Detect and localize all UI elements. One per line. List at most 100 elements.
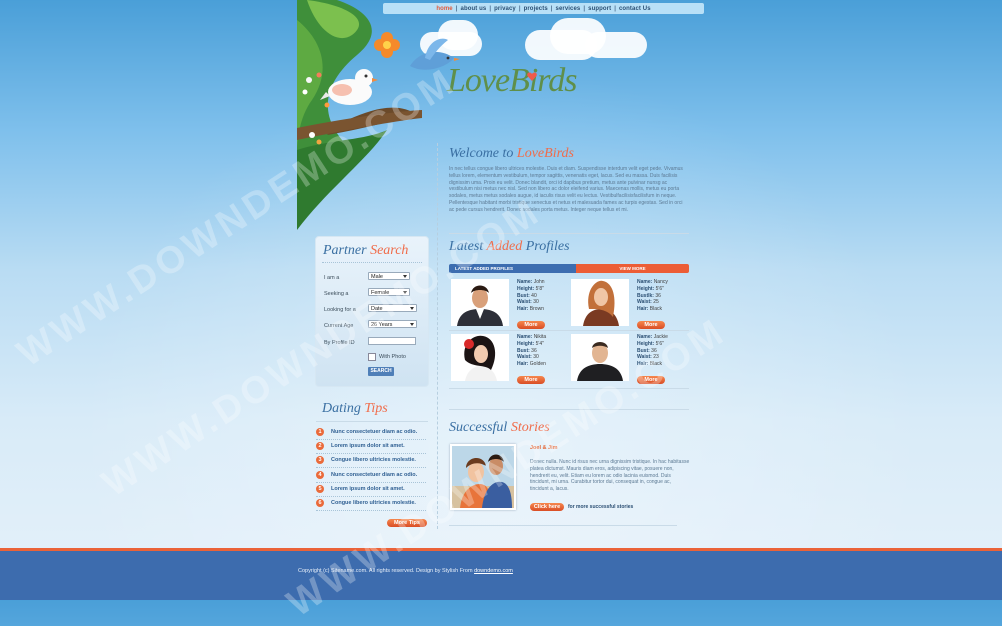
profile-bust: 40 [531, 292, 537, 299]
profile-waist: 25 [653, 299, 659, 306]
stories-title-text: Successful [449, 420, 511, 435]
welcome-title-highlight: LoveBirds [516, 146, 574, 161]
bust-label: Bustlk: [637, 292, 654, 299]
profile-bust: 36 [655, 292, 661, 299]
profile-name: Nikita [533, 334, 547, 340]
tip-number-badge: 4 [316, 470, 324, 479]
nav-support[interactable]: support [585, 6, 614, 12]
nav-about-us[interactable]: about us [458, 6, 490, 12]
profile-info: Name: Nancy Height: 5'6" Bustlk: 36 Wais… [637, 279, 668, 313]
waist-label: Waist: [637, 299, 652, 306]
profile-waist: 30 [533, 299, 539, 306]
profile-row-divider [449, 330, 689, 331]
welcome-text: In nec tellus congue libero ultrices mol… [449, 166, 683, 213]
waist-label: Waist: [517, 354, 532, 361]
view-more-link[interactable]: VIEW MORE [576, 264, 689, 273]
height-label: Height: [637, 340, 655, 347]
height-label: Height: [517, 285, 535, 292]
with-photo-checkbox[interactable] [368, 353, 376, 361]
heart-icon [527, 72, 537, 81]
dating-tip-item[interactable]: 2 Lorem ipsum dolor sit amet. [316, 440, 426, 455]
profile-more-button[interactable]: More [517, 321, 545, 329]
dating-tips-title-highlight: Tips [364, 401, 388, 416]
profile-photo-nancy [571, 279, 629, 326]
top-navigation: home | about us | privacy | projects | services |… [383, 3, 704, 14]
profile-height: 5'4" [535, 340, 544, 347]
name-label: Name: [637, 334, 653, 340]
dating-tip-item[interactable]: 3 Congue libero ultricies molestie. [316, 454, 426, 469]
profile-waist: 30 [533, 354, 539, 361]
name-label: Name: [517, 279, 533, 285]
profile-height: 5'6" [655, 285, 664, 292]
dating-tip-item[interactable]: 5 Lorem ipsum dolor sit amet. [316, 483, 426, 497]
hair-label: Hair: [517, 361, 529, 368]
story-text: Donec nulla. Nunc id risus nec urna dign… [530, 459, 690, 493]
dating-tip-item[interactable]: 1 Nunc consectetuer diam ac odio. [316, 426, 426, 440]
tip-text: Nunc consectetuer diam ac odio. [331, 471, 418, 478]
tip-number-badge: 1 [316, 428, 324, 436]
tip-text: Congue libero ultricies molestie. [331, 457, 416, 464]
waist-label: Waist: [517, 299, 532, 306]
profile-more-button[interactable]: More [637, 321, 665, 329]
profile-info: Name: Nikita Height: 5'4" Bust: 36 Waist… [517, 334, 546, 368]
nav-projects[interactable]: projects [521, 6, 551, 12]
with-photo-label: With Photo [379, 354, 406, 360]
profile-info: Name: John Height: 5'8" Bust: 40 Waist: … [517, 279, 545, 313]
nav-services[interactable]: services [553, 6, 584, 12]
header-cloud [585, 32, 647, 58]
profile-name: Nancy [653, 279, 668, 285]
partner-search-divider [322, 262, 422, 263]
profile-hair: Brown [529, 306, 544, 313]
tip-text: Nunc consectetuer diam ac odio. [331, 429, 418, 435]
height-label: Height: [517, 340, 535, 347]
stories-bottom-divider [449, 525, 677, 526]
partner-search-title-highlight: Search [370, 243, 409, 258]
profile-hair: Black [649, 306, 663, 313]
orange-flower-icon [374, 32, 400, 58]
welcome-title-text: Welcome to [449, 146, 517, 161]
profile-more-button[interactable]: More [517, 376, 545, 384]
partner-search-title-text: Partner [323, 243, 371, 258]
profile-bust: 36 [531, 347, 537, 354]
nav-contact-us[interactable]: contact Us [616, 6, 654, 12]
profile-photo-nikita [451, 334, 509, 381]
footer-link[interactable]: downdemo.com [474, 568, 513, 574]
dating-tip-item[interactable]: 4 Nunc consectetuer diam ac odio. [316, 469, 426, 483]
latest-title-suffix: Profiles [522, 239, 570, 254]
profile-card[interactable]: Name: John Height: 5'8" Bust: 40 Waist: … [451, 277, 569, 329]
bust-label: Bust: [517, 292, 530, 299]
dating-tips-title-text: Dating [322, 401, 365, 416]
bust-label: Bust: [517, 347, 530, 354]
column-divider [437, 143, 438, 529]
click-here-button[interactable]: Click here [530, 503, 564, 511]
search-button[interactable]: SEARCH [368, 367, 394, 376]
profile-photo-john [451, 279, 509, 326]
dating-tips-divider [316, 421, 428, 422]
tip-text: Lorem ipsum dolor sit amet. [331, 443, 405, 450]
footer [0, 548, 1002, 600]
profile-card[interactable]: Name: Nikita Height: 5'4" Bust: 36 Waist… [451, 332, 569, 384]
profile-hair: Golden [529, 361, 546, 368]
name-label: Name: [637, 279, 653, 285]
nav-home[interactable]: home [433, 6, 455, 12]
tip-number-badge: 6 [316, 499, 324, 507]
more-stories-link[interactable]: for more successful stories [568, 504, 633, 510]
welcome-title: Welcome to LoveBirds [449, 146, 574, 162]
name-label: Name: [517, 334, 533, 340]
site-logo[interactable]: LoveBirds [447, 62, 578, 100]
seeking-label: Seeking a [324, 291, 349, 297]
profile-card[interactable]: Name: Nancy Height: 5'6" Bustlk: 36 Wais… [571, 277, 689, 329]
profile-height: 5'8" [535, 285, 544, 292]
tip-number-badge: 2 [316, 442, 324, 451]
gender-label: I am a [324, 275, 340, 281]
hair-label: Hair: [637, 306, 649, 313]
partner-search-title: Partner Search [323, 243, 408, 259]
nav-privacy[interactable]: privacy [491, 6, 519, 12]
tip-text: Congue libero ultricies molestie. [331, 500, 416, 506]
tip-number-badge: 3 [316, 456, 324, 465]
hair-label: Hair: [517, 306, 529, 313]
logo-text-birds: Birds [509, 62, 577, 99]
profile-name: John [533, 279, 545, 285]
height-label: Height: [637, 285, 655, 292]
dating-tips-title: Dating Tips [322, 401, 388, 417]
